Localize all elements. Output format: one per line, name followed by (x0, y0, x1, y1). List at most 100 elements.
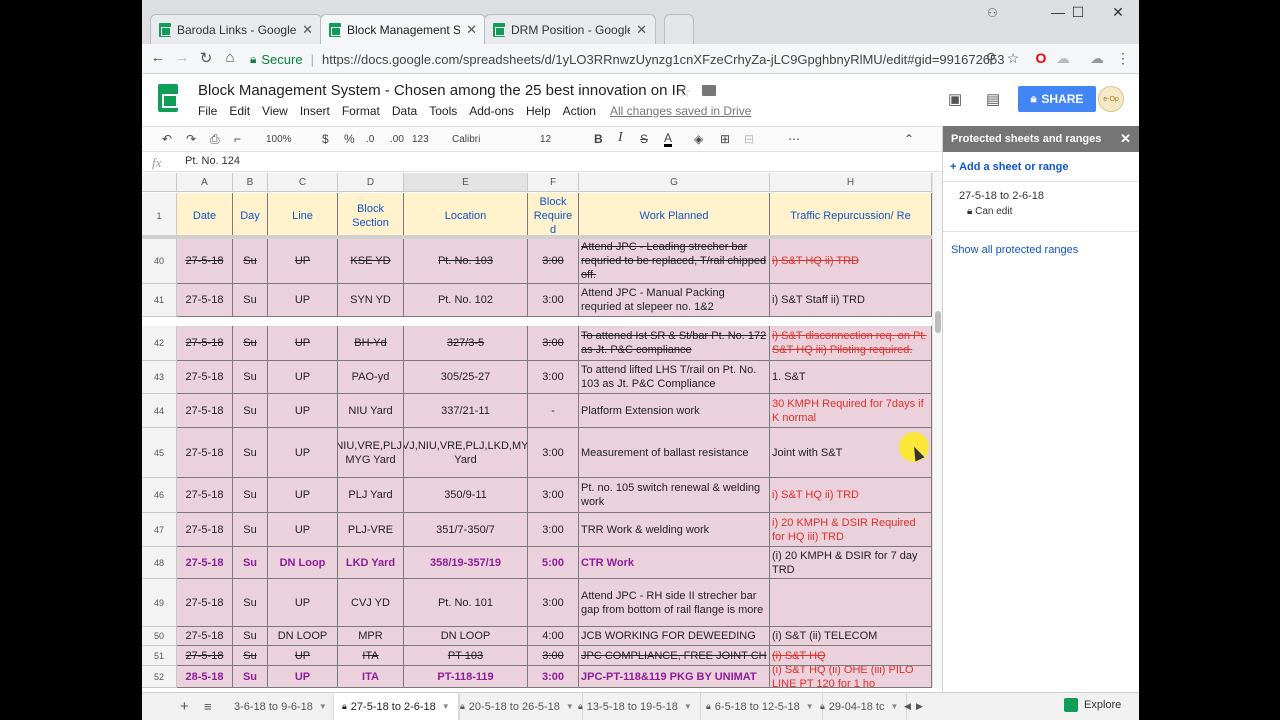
scrollbar-thumb[interactable] (935, 311, 941, 333)
decrease-decimal-button[interactable]: .0 (366, 134, 374, 145)
row-header[interactable]: 46 (142, 478, 177, 513)
table-cell[interactable]: 3:00 (528, 326, 579, 361)
table-cell[interactable] (770, 579, 932, 627)
column-header-e[interactable]: E (404, 173, 528, 192)
bookmark-star-icon[interactable]: ☆ (1004, 50, 1022, 67)
sheet-tab[interactable]: 🔒︎ 13-5-18 to 19-5-18 ▼ (570, 693, 701, 720)
table-cell[interactable]: 3:00 (528, 361, 579, 394)
address-bar[interactable]: 🔒︎ Secure | https://docs.google.com/spre… (250, 47, 1050, 71)
close-icon[interactable]: ✕ (636, 22, 647, 38)
table-cell[interactable]: PLJ-VRE (338, 513, 404, 547)
table-cell[interactable]: 3:00 (528, 239, 579, 284)
chevron-down-icon[interactable]: ▼ (684, 702, 692, 711)
table-cell[interactable]: Su (233, 547, 268, 579)
table-cell[interactable]: UP (268, 326, 338, 361)
table-cell[interactable]: PLJ Yard (338, 478, 404, 513)
table-cell[interactable]: PAO-yd (338, 361, 404, 394)
menu-tools[interactable]: Tools (429, 104, 457, 118)
close-window-icon[interactable]: ✕ (1098, 4, 1138, 21)
table-cell[interactable]: 27-5-18 (177, 284, 233, 317)
table-cell[interactable]: Su (233, 627, 268, 646)
table-cell[interactable]: PT 103 (404, 646, 528, 666)
table-cell[interactable]: 27-5-18 (177, 646, 233, 666)
table-cell[interactable]: DN Loop (268, 547, 338, 579)
table-cell[interactable]: Su (233, 284, 268, 317)
table-cell[interactable]: (i) S&T (ii) TELECOM (770, 627, 932, 646)
table-cell[interactable]: CVJ,NIU,VRE,PLJ,LKD,MYG Yard (404, 428, 528, 478)
table-cell[interactable]: UP (268, 284, 338, 317)
table-cell[interactable]: i) S&T HQ ii) TRD (770, 478, 932, 513)
table-cell[interactable]: UP (268, 428, 338, 478)
explore-button[interactable]: Explore (1064, 698, 1121, 712)
protected-range-item[interactable]: 27-5-18 to 2-6-18 🔒︎ Can edit (943, 182, 1139, 232)
table-cell[interactable]: CTR Work (579, 547, 770, 579)
scroll-right-icon[interactable]: ▶ (908, 693, 931, 720)
table-cell[interactable]: ITA (338, 666, 404, 688)
sheet-tab[interactable]: 🔒︎ 27-5-18 to 2-6-18 ▼ (334, 693, 459, 720)
table-cell[interactable]: DN LOOP (268, 627, 338, 646)
header-cell[interactable]: Day (233, 193, 268, 239)
table-cell[interactable]: CVJ YD (338, 579, 404, 627)
menu-dots-icon[interactable]: ⋮ (1114, 50, 1132, 67)
present-icon[interactable]: ▣ (948, 90, 962, 108)
table-cell[interactable]: 27-5-18 (177, 579, 233, 627)
table-cell[interactable]: JCB WORKING FOR DEWEEDING (579, 627, 770, 646)
table-cell[interactable]: 27-5-18 (177, 513, 233, 547)
table-cell[interactable]: (i) S&T HQ (ii) OHE (iii) PILO LINE PT 1… (770, 666, 932, 688)
table-cell[interactable]: (i) 20 KMPH & DSIR for 7 day TRD (770, 547, 932, 579)
percent-button[interactable]: % (344, 132, 355, 146)
table-cell[interactable]: Measurement of ballast resistance (579, 428, 770, 478)
table-cell[interactable]: Su (233, 394, 268, 428)
increase-decimal-button[interactable]: .00 (390, 134, 404, 145)
table-cell[interactable]: UP (268, 513, 338, 547)
save-status[interactable]: All changes saved in Drive (610, 104, 751, 118)
spreadsheet-grid[interactable]: A B C D E F G H 1 Date Day Line Block Section Locatio… (142, 173, 932, 688)
table-cell[interactable]: Su (233, 513, 268, 547)
table-cell[interactable]: 3:00 (528, 478, 579, 513)
table-cell[interactable]: 3:00 (528, 666, 579, 688)
table-cell[interactable]: Su (233, 646, 268, 666)
profile-icon[interactable]: ⚇ (987, 6, 998, 20)
select-all-corner[interactable] (142, 173, 177, 192)
table-cell[interactable]: (i) S&T HQ (770, 646, 932, 666)
table-cell[interactable]: JPC-PT-118&119 PKG BY UNIMAT (579, 666, 770, 688)
header-cell[interactable]: Date (177, 193, 233, 239)
share-button[interactable]: 🔒︎ SHARE (1018, 86, 1096, 112)
chevron-down-icon[interactable]: ▼ (319, 702, 327, 711)
header-cell[interactable]: Line (268, 193, 338, 239)
table-cell[interactable]: LKD Yard (338, 547, 404, 579)
zoom-select[interactable]: 100% (266, 134, 292, 145)
table-cell[interactable]: 27-5-18 (177, 547, 233, 579)
borders-icon[interactable]: ⊞ (720, 132, 730, 146)
header-cell[interactable]: Traffic Repurcussion/ Re (770, 193, 932, 239)
column-header-h[interactable]: H (770, 173, 932, 192)
home-icon[interactable]: ⌂ (220, 49, 240, 66)
vertical-scrollbar[interactable] (932, 173, 942, 688)
table-cell[interactable]: i) 20 KMPH & DSIR Required for HQ iii) T… (770, 513, 932, 547)
row-header[interactable]: 1 (142, 193, 177, 239)
row-header[interactable]: 52 (142, 666, 177, 688)
table-cell[interactable]: UP (268, 394, 338, 428)
table-cell[interactable]: PT-118-119 (404, 666, 528, 688)
table-cell[interactable]: 27-5-18 (177, 361, 233, 394)
table-cell[interactable]: 351/7-350/7 (404, 513, 528, 547)
column-header-a[interactable]: A (177, 173, 233, 192)
header-cell[interactable]: Block Section (338, 193, 404, 239)
merge-icon[interactable]: ⊟ (744, 132, 754, 146)
new-tab-button[interactable] (664, 14, 694, 44)
table-cell[interactable]: 27-5-18 (177, 428, 233, 478)
table-cell[interactable]: JPC COMPLIANCE, FREE JOINT CH (579, 646, 770, 666)
table-cell[interactable]: 27-5-18 (177, 627, 233, 646)
redo-icon[interactable]: ↷ (186, 132, 196, 146)
text-color-icon[interactable]: A (664, 132, 673, 147)
table-cell[interactable]: UP (268, 478, 338, 513)
avatar[interactable]: e-Op (1098, 86, 1124, 112)
table-cell[interactable]: - (528, 394, 579, 428)
table-cell[interactable]: TRR Work & welding work (579, 513, 770, 547)
table-cell[interactable]: Su (233, 478, 268, 513)
table-cell[interactable]: 350/9-11 (404, 478, 528, 513)
row-header[interactable]: 50 (142, 627, 177, 646)
menu-help[interactable]: Help (526, 104, 551, 118)
forward-icon[interactable]: → (172, 49, 192, 66)
table-cell[interactable]: 3:00 (528, 513, 579, 547)
